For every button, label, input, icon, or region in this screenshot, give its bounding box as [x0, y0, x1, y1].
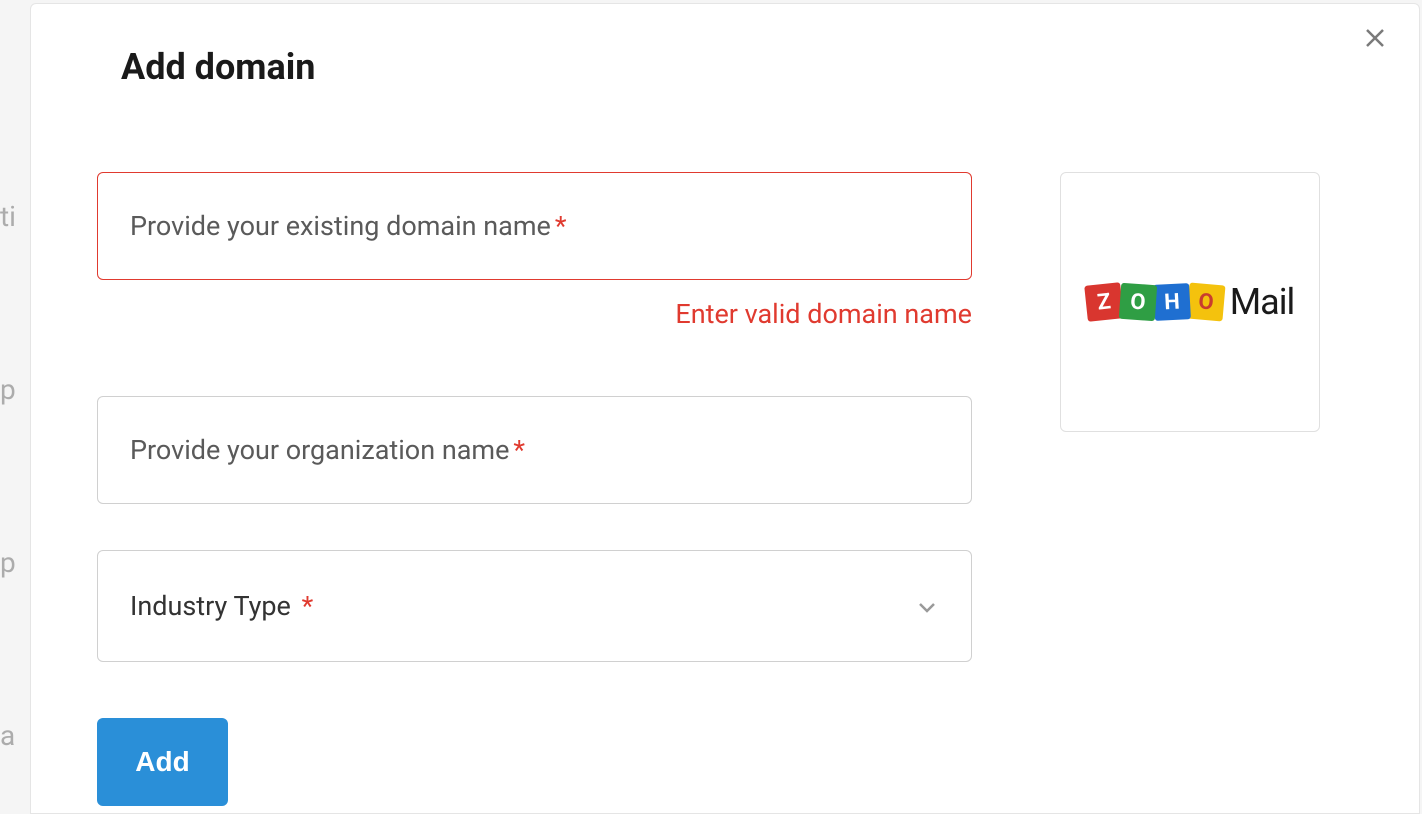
add-button-label: Add [135, 746, 189, 778]
required-marker: * [513, 434, 525, 466]
logo-tile-h: H [1153, 283, 1191, 321]
logo-suffix: Mail [1230, 281, 1295, 323]
logo-tile-o1: O [1119, 283, 1157, 321]
close-icon [1363, 26, 1387, 50]
required-marker: * [555, 210, 567, 242]
logo-tile-z: Z [1084, 282, 1124, 322]
chevron-down-icon [915, 594, 939, 618]
add-button[interactable]: Add [97, 718, 228, 806]
domain-placeholder: Provide your existing domain name [130, 210, 551, 242]
modal-title: Add domain [121, 46, 315, 88]
domain-input[interactable]: Provide your existing domain name * [97, 172, 972, 280]
logo-tile-o2: O [1186, 282, 1225, 321]
brand-logo-box: Z O H O Mail [1060, 172, 1320, 432]
industry-label: Industry Type [130, 590, 291, 622]
close-button[interactable] [1359, 22, 1391, 54]
industry-select[interactable]: Industry Type * [97, 550, 972, 662]
add-domain-modal: Add domain Provide your existing domain … [30, 3, 1420, 814]
domain-error-message: Enter valid domain name [97, 298, 972, 330]
organization-input[interactable]: Provide your organization name * [97, 396, 972, 504]
form-area: Provide your existing domain name * Ente… [97, 172, 972, 662]
zoho-mail-logo: Z O H O Mail [1086, 281, 1295, 323]
backdrop: tippa [0, 0, 30, 814]
organization-placeholder: Provide your organization name [130, 434, 509, 466]
required-marker: * [302, 590, 314, 622]
